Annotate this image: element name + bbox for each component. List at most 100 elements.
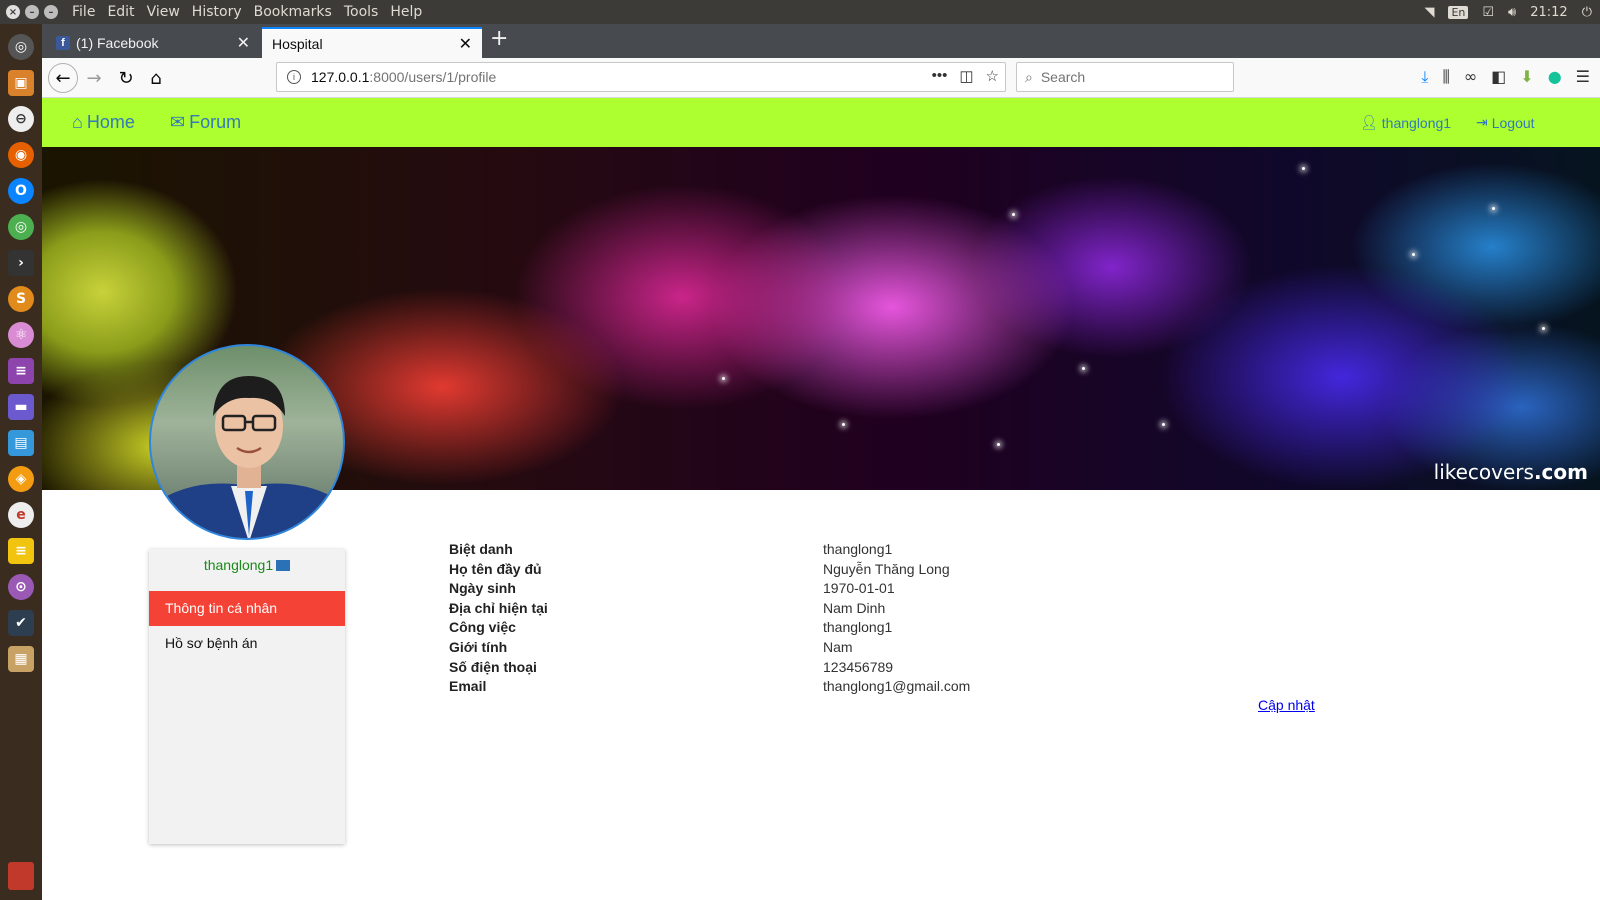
opera-icon[interactable]: O — [8, 178, 34, 204]
menu-view[interactable]: View — [147, 4, 180, 20]
tasks-icon[interactable]: ✔ — [8, 610, 34, 636]
profile-sidebar: thanglong1 Thông tin cá nhân Hồ sơ bệnh … — [149, 549, 345, 844]
star — [1492, 207, 1495, 210]
url-actions: ••• ◫ ☆ — [932, 67, 999, 85]
watermark-text: likecovers — [1433, 460, 1534, 484]
forward-button[interactable]: → — [80, 64, 108, 92]
info-label: Email — [449, 678, 487, 695]
bookmark-star-icon[interactable]: ☆ — [986, 67, 999, 85]
search-icon: ⌕ — [1025, 68, 1033, 85]
archive-icon[interactable]: ▦ — [8, 646, 34, 672]
info-value: 123456789 — [823, 658, 894, 675]
window-close-button[interactable]: × — [6, 5, 20, 19]
site-info-icon[interactable]: i — [287, 70, 301, 84]
avatar-portrait — [151, 376, 343, 538]
firefox-icon[interactable]: ◉ — [8, 142, 34, 168]
close-icon[interactable]: ✕ — [237, 33, 250, 53]
clock[interactable]: 21:12 — [1530, 5, 1567, 20]
menu-edit[interactable]: Edit — [107, 4, 134, 20]
url-bar[interactable]: i 127.0.0.1:8000/users/1/profile ••• ◫ ☆ — [276, 62, 1006, 92]
ubuntu-dash-icon[interactable]: ◎ — [8, 34, 34, 60]
back-button[interactable]: ← — [48, 63, 78, 93]
document-icon[interactable]: ▤ — [8, 430, 34, 456]
user-icon: 👤︎ — [1360, 114, 1378, 130]
volume-icon[interactable]: 🔊︎ — [1508, 5, 1516, 20]
grammarly-icon[interactable]: ● — [1548, 67, 1562, 87]
tab-hospital[interactable]: Hospital ✕ — [262, 27, 482, 58]
info-label: Công việc — [449, 619, 516, 636]
sidebar-username-label: thanglong1 — [203, 557, 274, 573]
cover-watermark: likecovers.com — [1434, 460, 1588, 484]
hamburger-menu-icon[interactable]: ☰ — [1576, 67, 1590, 87]
wifi-icon[interactable]: ◥ — [1424, 5, 1434, 20]
search-input[interactable]: ⌕ Search — [1016, 62, 1234, 92]
pocket-icon[interactable]: ◫ — [959, 67, 973, 85]
sublime-icon[interactable]: S — [8, 286, 34, 312]
info-value: Nam Dinh — [823, 599, 886, 616]
info-label: Ngày sinh — [449, 580, 516, 597]
notes-icon[interactable]: ≡ — [8, 538, 34, 564]
download-helper-icon[interactable]: ⬇ — [1520, 67, 1533, 87]
sidebar-item-medical-records[interactable]: Hồ sơ bệnh án — [149, 626, 345, 661]
tab-facebook[interactable]: f (1) Facebook ✕ — [46, 27, 260, 58]
info-label: Họ tên đầy đủ — [449, 560, 542, 577]
private-browsing-icon[interactable]: ∞ — [1464, 67, 1477, 87]
reload-button[interactable]: ↻ — [112, 64, 140, 92]
star — [1302, 167, 1305, 170]
checkbox-indicator-icon[interactable]: ☑ — [1482, 5, 1494, 20]
downloads-icon[interactable]: ⤓ — [1421, 67, 1428, 87]
nav-home-link[interactable]: ⌂ Home — [72, 112, 135, 133]
disk-icon[interactable]: ⊖ — [8, 106, 34, 132]
keyboard-layout-indicator[interactable]: En — [1448, 5, 1469, 19]
url-path: :8000/users/1/profile — [369, 69, 497, 85]
nav-logout-link[interactable]: ⇥ Logout — [1476, 114, 1535, 131]
window-maximize-button[interactable]: – — [44, 5, 58, 19]
settings-icon[interactable]: ⊙ — [8, 574, 34, 600]
avatar[interactable] — [149, 344, 345, 540]
software-center-icon[interactable]: ◈ — [8, 466, 34, 492]
update-profile-link[interactable]: Cập nhật — [1258, 697, 1315, 713]
nav-forum-link[interactable]: ✉ Forum — [170, 112, 241, 133]
envelope-icon: ✉ — [170, 112, 186, 132]
home-button[interactable]: ⌂ — [142, 64, 170, 92]
sidebar-toggle-icon[interactable]: ◧ — [1491, 67, 1506, 87]
power-icon[interactable]: ⏻ — [1582, 5, 1592, 20]
menu-bookmarks[interactable]: Bookmarks — [254, 4, 332, 20]
watermark-domain: .com — [1533, 460, 1588, 484]
new-tab-button[interactable]: + — [490, 26, 508, 51]
eclipse-icon[interactable]: e — [8, 502, 34, 528]
close-icon[interactable]: ✕ — [459, 34, 472, 54]
menu-help[interactable]: Help — [390, 4, 422, 20]
site-navbar: ⌂ Home ✉ Forum 👤︎ thanglong1 ⇥ Logout — [42, 98, 1600, 147]
browser-tabbar: f (1) Facebook ✕ Hospital ✕ + — [42, 24, 1600, 58]
info-value: Nguyễn Thăng Long — [823, 560, 950, 577]
info-value: thanglong1 — [823, 619, 893, 636]
atom-icon[interactable]: ⚛ — [8, 322, 34, 348]
window-minimize-button[interactable]: – — [25, 5, 39, 19]
logout-icon: ⇥ — [1476, 114, 1488, 130]
nav-user-link[interactable]: 👤︎ thanglong1 — [1360, 114, 1451, 131]
nav-forum-label: Forum — [189, 112, 242, 132]
app-menubar: File Edit View History Bookmarks Tools H… — [72, 4, 434, 20]
image-icon[interactable] — [276, 560, 291, 571]
text-editor-icon[interactable]: ≡ — [8, 358, 34, 384]
tab-label: (1) Facebook — [76, 34, 159, 51]
trash-icon[interactable] — [8, 862, 34, 890]
page-actions-icon[interactable]: ••• — [932, 67, 948, 85]
package-icon[interactable]: ▣ — [8, 70, 34, 96]
browser-toolbar: ⤓ ⫼ ∞ ◧ ⬇ ● ☰ — [1421, 67, 1590, 87]
star — [1162, 423, 1165, 426]
menu-history[interactable]: History — [192, 4, 242, 20]
info-label: Biệt danh — [449, 541, 513, 557]
library-icon[interactable]: ⫼ — [1442, 67, 1449, 87]
info-value: thanglong1 — [823, 541, 893, 557]
menu-tools[interactable]: Tools — [344, 4, 379, 20]
chrome-icon[interactable]: ◎ — [8, 214, 34, 240]
sidebar-username: thanglong1 — [149, 557, 345, 573]
files-icon[interactable]: ▬ — [8, 394, 34, 420]
star — [842, 423, 845, 426]
terminal-icon[interactable]: › — [8, 250, 34, 276]
info-label: Số điện thoại — [449, 658, 537, 675]
sidebar-item-personal-info[interactable]: Thông tin cá nhân — [149, 591, 345, 626]
menu-file[interactable]: File — [72, 4, 95, 20]
